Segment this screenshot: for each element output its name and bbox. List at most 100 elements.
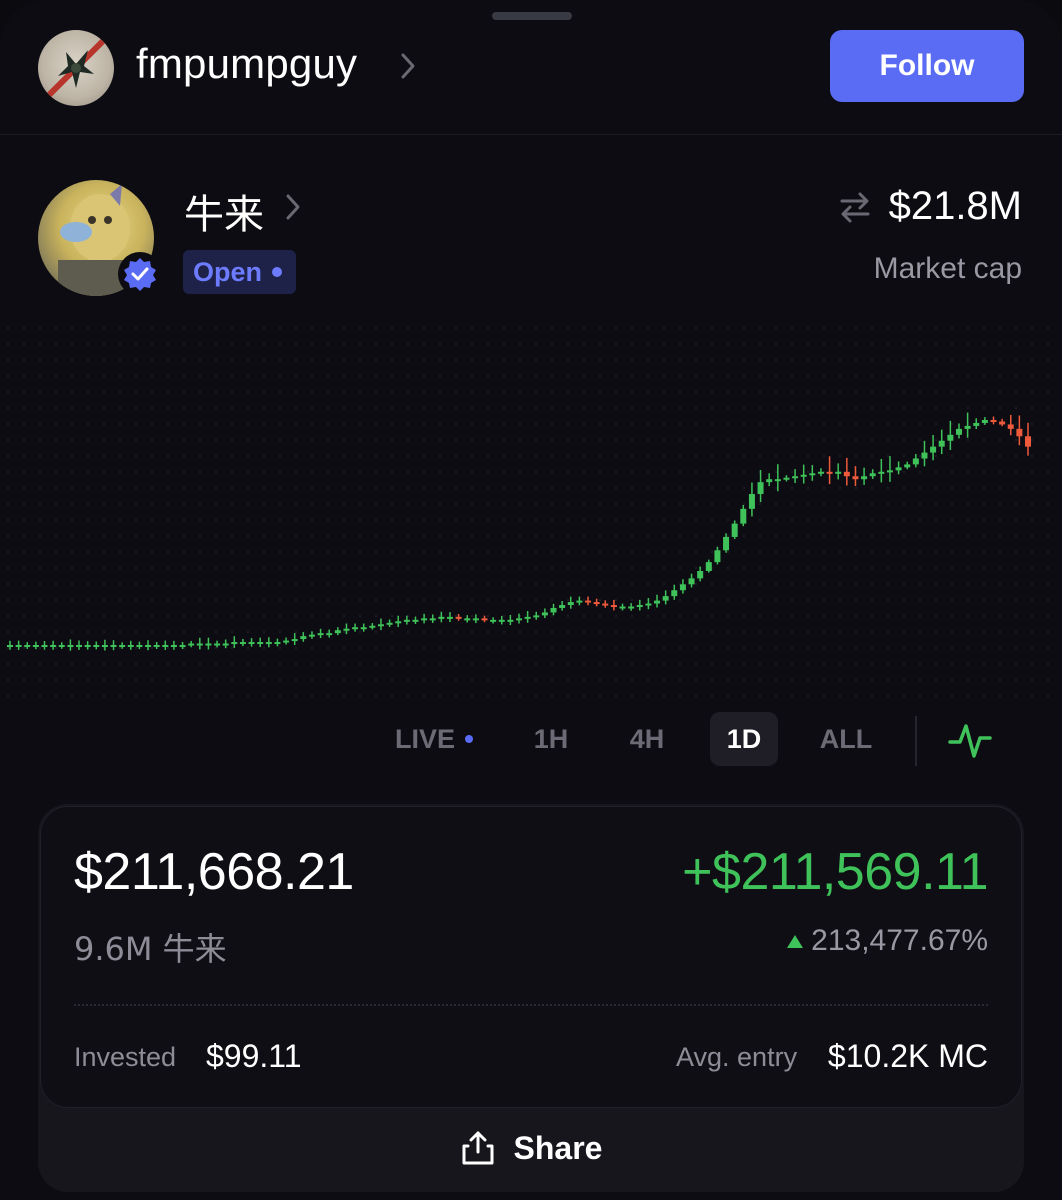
candle-body: [826, 471, 833, 474]
tab-4h-label: 4H: [629, 723, 665, 754]
follow-button[interactable]: Follow: [830, 30, 1024, 102]
tab-1h-label: 1H: [533, 723, 569, 754]
username[interactable]: fmpumpguy: [136, 40, 357, 88]
bottom-sheet: fmpumpguy Follow 牛来 Open $21.8M Market c…: [0, 0, 1062, 1200]
candle-body: [41, 645, 48, 647]
status-dot: [272, 267, 283, 277]
candle-body: [386, 622, 393, 625]
market-cap-label: Market cap: [873, 252, 1022, 285]
candle-body: [170, 645, 177, 647]
candle-body: [550, 607, 557, 613]
tab-divider: [915, 716, 917, 766]
live-dot: [465, 735, 473, 743]
candle-body: [1016, 428, 1023, 437]
share-icon: [462, 1131, 494, 1165]
candle-body: [533, 615, 540, 618]
candle-body: [645, 603, 652, 606]
tab-1d[interactable]: 1D: [710, 712, 778, 766]
profit-value: +$211,569.11: [682, 843, 988, 901]
candle-body: [852, 476, 859, 480]
profit-percent-value: 213,477.67%: [811, 924, 988, 957]
candle-body: [231, 642, 238, 645]
status-label: Open: [193, 256, 263, 287]
candle-body: [748, 494, 755, 509]
candle-body: [723, 536, 730, 551]
candle-body: [541, 612, 548, 616]
candle-body: [352, 627, 359, 630]
invested-value: $99.11: [206, 1038, 302, 1074]
swap-arrows-icon[interactable]: [838, 190, 872, 224]
candle-body: [32, 645, 39, 647]
candle-body: [654, 600, 661, 604]
tab-all[interactable]: ALL: [808, 712, 884, 766]
candle-body: [938, 440, 945, 447]
candle-body: [628, 606, 635, 609]
candle-body: [921, 452, 928, 459]
tab-live-label: LIVE: [394, 723, 455, 754]
candle-body: [145, 645, 152, 647]
candle-body: [438, 616, 445, 619]
profit-percent: 213,477.67%: [787, 924, 988, 958]
tab-4h[interactable]: 4H: [612, 712, 682, 766]
candle-body: [895, 467, 902, 471]
candle-body: [412, 619, 419, 622]
candle-body: [697, 570, 704, 579]
candle-body: [1025, 436, 1031, 447]
candle-body: [835, 471, 842, 474]
candle-body: [498, 619, 505, 622]
share-label: Share: [513, 1129, 603, 1166]
invested-label: Invested: [74, 1042, 177, 1072]
candle-body: [610, 605, 617, 608]
candle-body: [84, 645, 91, 647]
token-name[interactable]: 牛来: [184, 182, 264, 240]
market-cap-value: $21.8M: [888, 184, 1022, 228]
tab-all-label: ALL: [819, 723, 873, 754]
candle-body: [999, 421, 1006, 425]
chevron-right-icon[interactable]: [398, 50, 418, 82]
candle-body: [516, 618, 522, 621]
tab-1h[interactable]: 1H: [516, 712, 586, 766]
candle-body: [688, 578, 695, 585]
candle-body: [455, 616, 462, 619]
candle-body: [317, 633, 324, 636]
candle-body: [360, 627, 367, 630]
up-arrow-icon: [787, 934, 804, 948]
candle-body: [446, 616, 453, 619]
candle-body: [912, 458, 919, 465]
user-avatar[interactable]: [38, 30, 114, 106]
chevron-right-icon[interactable]: [284, 192, 302, 222]
candle-body: [973, 422, 980, 426]
candle-body: [343, 628, 350, 631]
tab-1d-label: 1D: [726, 723, 762, 754]
candle-body: [369, 625, 376, 628]
share-button[interactable]: Share: [38, 1108, 1024, 1188]
candle-body: [403, 619, 410, 622]
candle-body: [576, 600, 583, 603]
candle-body: [188, 643, 195, 646]
candle-body: [15, 645, 22, 647]
candle-body: [757, 482, 764, 495]
price-chart[interactable]: [0, 320, 1062, 700]
candle-body: [930, 446, 937, 453]
candle-body: [559, 605, 566, 608]
candle-body: [955, 428, 962, 435]
candle-body: [334, 630, 341, 634]
candle-body: [67, 645, 74, 647]
candle-body: [981, 420, 988, 423]
candle-body: [162, 645, 169, 647]
verified-badge-icon: [118, 252, 162, 296]
candle-body: [110, 645, 117, 647]
pulse-chart-icon[interactable]: [946, 718, 994, 762]
candle-body: [878, 471, 885, 474]
candle-body: [153, 645, 160, 647]
candle-body: [179, 645, 186, 647]
candle-body: [248, 642, 255, 645]
candle-body: [127, 645, 134, 647]
candle-body: [679, 584, 686, 591]
candle-body: [774, 479, 781, 482]
tab-live[interactable]: LIVE: [384, 712, 484, 766]
candle-body: [964, 425, 971, 429]
position-value: $211,668.21: [74, 843, 354, 901]
candle-body: [602, 603, 609, 606]
profile-header: fmpumpguy Follow: [0, 0, 1062, 135]
